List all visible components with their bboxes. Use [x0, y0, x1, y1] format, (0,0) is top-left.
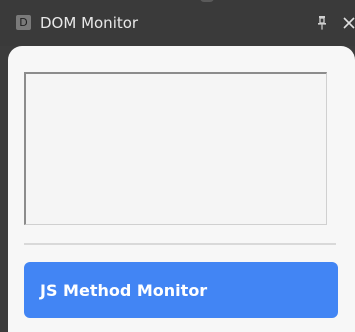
app-window: D DOM Monitor JS Method Monitor: [0, 0, 355, 332]
close-icon[interactable]: [343, 17, 355, 29]
window-edge-dot: [200, 0, 214, 2]
app-icon: D: [16, 15, 31, 30]
window-title: DOM Monitor: [40, 14, 139, 32]
divider: [24, 243, 336, 245]
title-bar[interactable]: D DOM Monitor: [0, 0, 355, 46]
output-textarea[interactable]: [24, 72, 327, 225]
content-panel: JS Method Monitor: [8, 46, 355, 332]
js-method-monitor-button[interactable]: JS Method Monitor: [24, 262, 338, 318]
pin-icon[interactable]: [315, 15, 329, 31]
